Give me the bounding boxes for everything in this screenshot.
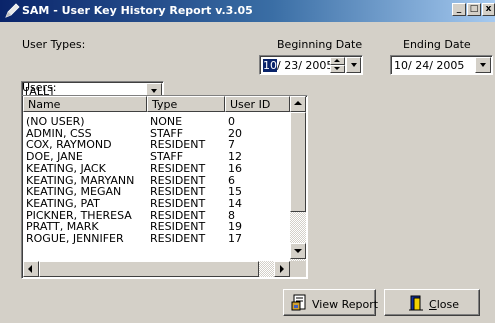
user-type: NONE bbox=[150, 115, 183, 128]
user-name: PICKNER, THERESA bbox=[26, 208, 132, 222]
user-id: 14 bbox=[228, 196, 242, 210]
column-header-type[interactable]: Type bbox=[147, 96, 225, 112]
title-bar[interactable]: SAM - User Key History Report v.3.05 _ □… bbox=[0, 0, 495, 22]
user-name: KEATING, JACK bbox=[26, 161, 106, 175]
user-id: 19 bbox=[228, 220, 242, 234]
beginning-date-month[interactable]: 10 bbox=[263, 59, 277, 72]
ending-date-label: Ending Date bbox=[403, 38, 471, 51]
user-types-label: User Types: bbox=[22, 38, 86, 51]
ending-date-picker[interactable]: 10/ 24/ 2005 bbox=[390, 55, 493, 75]
user-name: KEATING, MARYANN bbox=[26, 173, 135, 187]
beginning-date-picker[interactable]: 10/ 23/ 2005 bbox=[259, 55, 363, 75]
view-report-label: View Report bbox=[312, 298, 379, 311]
view-report-button[interactable]: View Report bbox=[283, 289, 379, 316]
horizontal-scroll-thumb[interactable] bbox=[39, 261, 259, 277]
scroll-thumb[interactable] bbox=[290, 112, 306, 212]
scroll-right-button[interactable] bbox=[274, 261, 290, 277]
report-icon bbox=[291, 294, 306, 311]
window-title: SAM - User Key History Report v.3.05 bbox=[22, 4, 253, 17]
chevron-down-icon[interactable] bbox=[475, 57, 491, 73]
close-label-first: C bbox=[429, 298, 437, 311]
date-spin-up-button[interactable] bbox=[330, 57, 345, 65]
maximize-button[interactable]: □ bbox=[467, 3, 481, 16]
users-label: Users: bbox=[22, 81, 57, 94]
close-label: Close bbox=[429, 298, 459, 311]
user-type: RESIDENT bbox=[150, 161, 206, 175]
user-id: 20 bbox=[228, 126, 242, 140]
ending-date-value: 10/ 24/ 2005 bbox=[394, 59, 465, 72]
user-id: 17 bbox=[228, 232, 242, 245]
user-type: RESIDENT bbox=[150, 220, 206, 234]
user-type: RESIDENT bbox=[150, 185, 206, 199]
user-id: 8 bbox=[228, 208, 235, 222]
scroll-left-button[interactable] bbox=[23, 261, 39, 277]
date-spin-down-button[interactable] bbox=[330, 65, 345, 73]
user-id: 0 bbox=[228, 115, 235, 128]
column-header-name[interactable]: Name bbox=[23, 96, 147, 112]
user-type: STAFF bbox=[150, 150, 184, 164]
user-type: RESIDENT bbox=[150, 173, 206, 187]
column-header-user-id[interactable]: User ID bbox=[225, 96, 290, 112]
user-id: 15 bbox=[228, 185, 242, 199]
user-type: RESIDENT bbox=[150, 138, 206, 152]
horizontal-scrollbar[interactable] bbox=[23, 261, 290, 277]
user-name: ADMIN, CSS bbox=[26, 126, 92, 140]
user-type: RESIDENT bbox=[150, 196, 206, 210]
user-type: RESIDENT bbox=[150, 232, 206, 245]
user-id: 16 bbox=[228, 161, 242, 175]
close-label-rest: lose bbox=[436, 298, 459, 311]
user-id: 7 bbox=[228, 138, 235, 152]
user-type: STAFF bbox=[150, 126, 184, 140]
user-name: (NO USER) bbox=[26, 115, 85, 128]
scrollbar-corner bbox=[290, 261, 306, 277]
user-name: DOE, JANE bbox=[26, 150, 83, 164]
beginning-date-rest: / 23/ 2005 bbox=[277, 59, 334, 72]
user-id: 6 bbox=[228, 173, 235, 187]
user-id: 12 bbox=[228, 150, 242, 164]
user-name: COX, RAYMOND bbox=[26, 138, 112, 152]
chevron-down-icon[interactable] bbox=[346, 57, 361, 73]
user-type: RESIDENT bbox=[150, 208, 206, 222]
beginning-date-label: Beginning Date bbox=[277, 38, 363, 51]
vertical-scrollbar[interactable] bbox=[290, 96, 306, 261]
users-list[interactable]: Name Type User ID (NO USER) NONE 0 ADMIN, C… bbox=[21, 95, 308, 279]
user-name: PRATT, MARK bbox=[26, 220, 99, 234]
minimize-button[interactable]: _ bbox=[452, 3, 466, 16]
scroll-up-button[interactable] bbox=[290, 96, 306, 112]
user-name: KEATING, PAT bbox=[26, 196, 100, 210]
close-button[interactable]: Close bbox=[384, 289, 480, 316]
app-pen-icon bbox=[5, 3, 20, 18]
user-name: ROGUE, JENNIFER bbox=[26, 232, 124, 245]
door-exit-icon bbox=[409, 295, 423, 311]
close-window-button[interactable]: x bbox=[482, 3, 495, 16]
user-name: KEATING, MEGAN bbox=[26, 185, 122, 199]
scroll-down-button[interactable] bbox=[290, 243, 306, 259]
